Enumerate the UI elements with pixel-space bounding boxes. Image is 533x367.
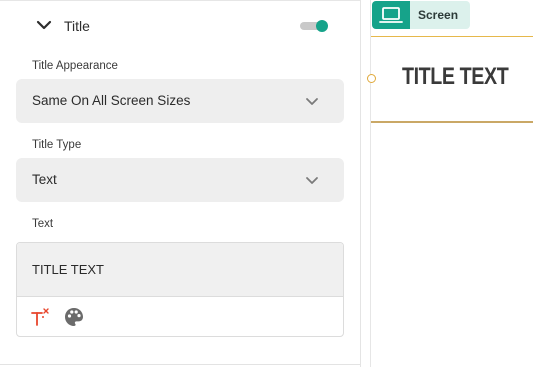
- preview-title-text[interactable]: TITLE TEXT: [402, 63, 509, 91]
- title-enabled-toggle[interactable]: [300, 19, 330, 33]
- resize-handle[interactable]: [367, 74, 376, 83]
- laptop-icon: [379, 7, 403, 23]
- screen-device-tab[interactable]: Screen: [372, 1, 470, 29]
- ai-text-icon: [31, 308, 49, 326]
- collapse-section-button[interactable]: [34, 17, 54, 35]
- palette-icon: [65, 308, 83, 326]
- text-input[interactable]: TITLE TEXT: [17, 243, 343, 297]
- title-type-value: Text: [32, 172, 57, 187]
- chevron-down-icon: [306, 98, 318, 105]
- panel-top-divider: [0, 0, 360, 1]
- title-type-label: Title Type: [32, 139, 82, 151]
- device-tab-label: Screen: [418, 8, 459, 22]
- chevron-down-icon: [306, 177, 318, 184]
- title-appearance-value: Same On All Screen Sizes: [32, 93, 191, 108]
- title-section-header: Title: [0, 8, 360, 44]
- text-input-value: TITLE TEXT: [32, 262, 104, 277]
- title-appearance-select[interactable]: Same On All Screen Sizes: [16, 79, 344, 123]
- ai-text-button[interactable]: [29, 306, 51, 328]
- device-label-wrap: Screen: [410, 1, 470, 29]
- text-label: Text: [32, 218, 54, 230]
- toggle-knob: [316, 20, 328, 32]
- panel-bottom-divider: [0, 364, 360, 365]
- text-editor: TITLE TEXT: [16, 242, 344, 337]
- section-title: Title: [64, 18, 90, 34]
- settings-panel: Title Title Appearance Same On All Scree…: [0, 0, 361, 367]
- title-type-select[interactable]: Text: [16, 158, 344, 202]
- device-icon-wrap: [372, 1, 410, 29]
- chevron-down-icon: [36, 20, 52, 30]
- title-appearance-label: Title Appearance: [32, 60, 118, 72]
- color-palette-button[interactable]: [63, 306, 85, 328]
